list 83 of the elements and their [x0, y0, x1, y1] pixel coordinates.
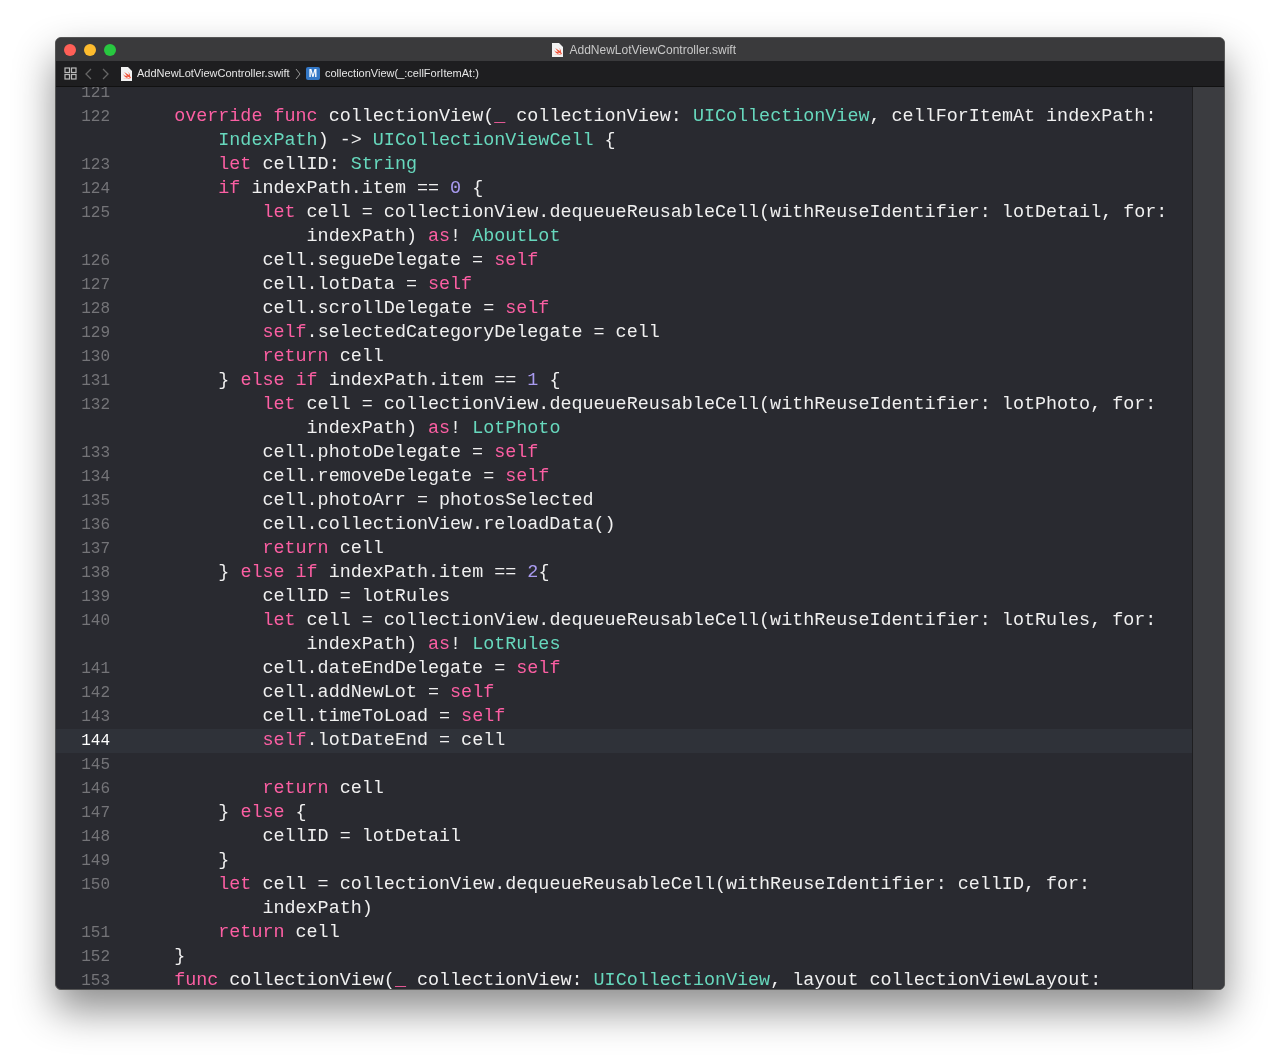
forward-icon[interactable]: [101, 67, 109, 80]
code-line: indexPath): [261, 897, 374, 921]
code-line: override func collectionView(_ collectionView: UICollectionView, cellForItemAt indexPath:: [173, 105, 1157, 129]
code-line: if indexPath.item == 0 {: [217, 177, 484, 201]
code-line: cell.removeDelegate = self: [261, 465, 550, 489]
code-line: return cell: [261, 537, 384, 561]
line-number: 153: [81, 972, 110, 989]
swift-file-icon: [121, 66, 132, 81]
code-line: cell.dateEndDelegate = self: [261, 657, 561, 681]
code-line: let cell = collectionView.dequeueReusableCell(withReuseIdentifier: lotRules, for:: [261, 609, 1157, 633]
swift-file-icon: [552, 42, 564, 57]
line-number: 125: [81, 204, 110, 222]
code-line: return cell: [217, 921, 340, 945]
line-number: 129: [81, 324, 110, 342]
line-number: 152: [81, 948, 110, 966]
line-number: 144: [81, 732, 110, 750]
close-button[interactable]: [64, 43, 76, 56]
line-number: 123: [81, 156, 110, 174]
line-number: 121: [81, 87, 110, 102]
code-line: } else {: [217, 801, 307, 825]
line-number: 138: [81, 564, 110, 582]
grid-icon[interactable]: [64, 67, 77, 80]
method-badge: M: [305, 67, 320, 80]
code-line: let cellID: String: [217, 153, 417, 177]
code-line: func collectionView(_ collectionView: UICollectionView, layout collectionViewLayout:: [173, 969, 1102, 989]
line-number: 136: [81, 516, 110, 534]
chevron-icon: [294, 67, 301, 80]
line-number: 132: [81, 396, 110, 414]
line-number: 151: [81, 924, 110, 942]
line-number: 128: [81, 300, 110, 318]
line-number: 137: [81, 540, 110, 558]
line-number: 142: [81, 684, 110, 702]
code-line: cell.lotData = self: [261, 273, 473, 297]
code-line: indexPath) as! AboutLot: [305, 225, 562, 249]
line-number: 150: [81, 876, 110, 894]
code-line: }: [173, 945, 186, 969]
back-icon[interactable]: [85, 67, 93, 80]
line-number: 131: [81, 372, 110, 390]
line-number: 139: [81, 588, 110, 606]
line-number: 124: [81, 180, 110, 198]
line-number: 127: [81, 276, 110, 294]
code-line: let cell = collectionView.dequeueReusableCell(withReuseIdentifier: lotDetail, for:: [261, 201, 1168, 225]
line-number: 145: [81, 756, 110, 774]
minimize-button[interactable]: [84, 43, 96, 56]
line-number: 146: [81, 780, 110, 798]
line-number: 143: [81, 708, 110, 726]
line-number: 133: [81, 444, 110, 462]
code-line: cellID = lotDetail: [261, 825, 462, 849]
code-line: cellID = lotRules: [261, 585, 451, 609]
code-line: cell.segueDelegate = self: [261, 249, 539, 273]
breadcrumb-method[interactable]: collectionView(_:cellForItemAt:): [325, 65, 479, 82]
code-line: let cell = collectionView.dequeueReusableCell(withReuseIdentifier: cellID, for:: [217, 873, 1091, 897]
code-line: self.lotDateEnd = cell: [261, 729, 506, 753]
code-line: }: [217, 849, 230, 873]
line-number: 147: [81, 804, 110, 822]
scrollbar-track[interactable]: [1192, 87, 1224, 989]
line-number: 126: [81, 252, 110, 270]
code-line: indexPath) as! LotRules: [305, 633, 562, 657]
breadcrumb-file[interactable]: AddNewLotViewController.swift: [137, 65, 290, 82]
line-number: 149: [81, 852, 110, 870]
code-line: cell.photoDelegate = self: [261, 441, 539, 465]
code-line: cell.addNewLot = self: [261, 681, 495, 705]
line-number: 122: [81, 108, 110, 126]
code-line: IndexPath) -> UICollectionViewCell {: [217, 129, 617, 153]
window-title: AddNewLotViewController.swift: [569, 41, 736, 59]
code-line: return cell: [261, 777, 384, 801]
code-line: } else if indexPath.item == 1 {: [217, 369, 561, 393]
code-line: cell.collectionView.reloadData(): [261, 513, 616, 537]
line-number: 134: [81, 468, 110, 486]
zoom-button[interactable]: [104, 43, 116, 56]
line-number: 140: [81, 612, 110, 630]
code-line: } else if indexPath.item == 2{: [217, 561, 550, 585]
code-line: let cell = collectionView.dequeueReusableCell(withReuseIdentifier: lotPhoto, for:: [261, 393, 1157, 417]
line-number: 148: [81, 828, 110, 846]
code-line: cell.photoArr = photosSelected: [261, 489, 594, 513]
code-line: self.selectedCategoryDelegate = cell: [261, 321, 660, 345]
code-line: cell.timeToLoad = self: [261, 705, 506, 729]
line-number: 141: [81, 660, 110, 678]
code-line: return cell: [261, 345, 384, 369]
line-number: 130: [81, 348, 110, 366]
code-line: indexPath) as! LotPhoto: [305, 417, 562, 441]
code-line: cell.scrollDelegate = self: [261, 297, 550, 321]
line-number: 135: [81, 492, 110, 510]
